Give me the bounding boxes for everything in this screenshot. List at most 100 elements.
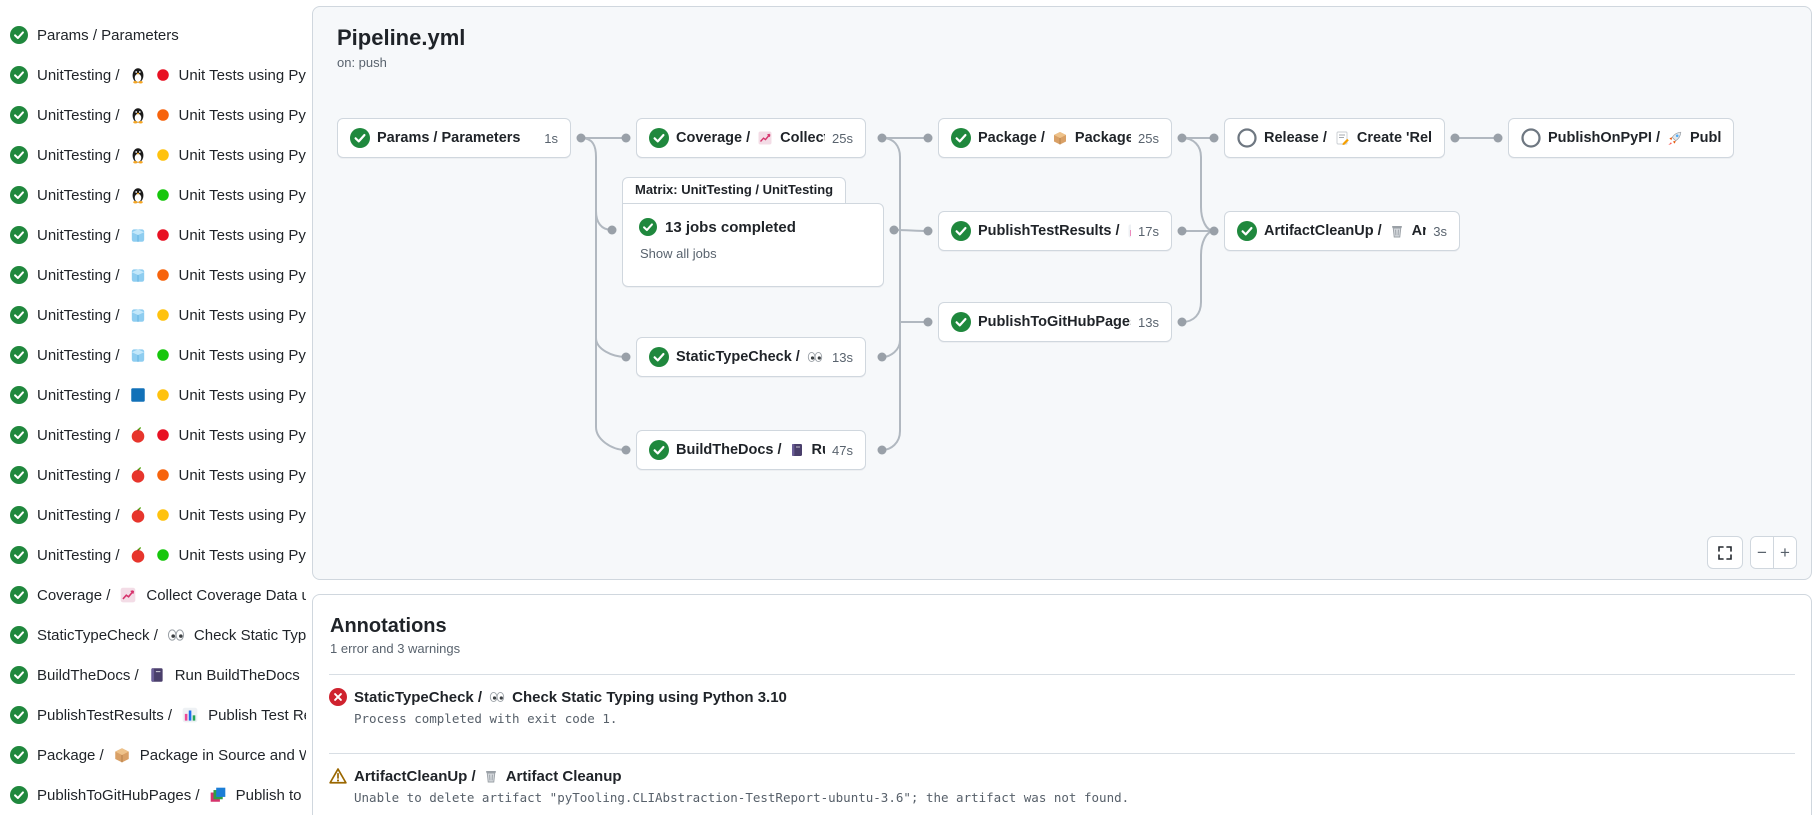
annotation-title[interactable]: ArtifactCleanUp /Artifact Cleanup: [329, 767, 1795, 785]
job-list-item[interactable]: UnitTesting /Unit Tests using Pyth...: [0, 175, 306, 215]
job-label: Unit Tests using Pyth...: [179, 227, 306, 244]
job-name: UnitTesting /: [37, 347, 120, 364]
success-check-icon: [10, 466, 28, 484]
job-list-item[interactable]: UnitTesting / Unit Tests using Pyth...: [0, 255, 306, 295]
job-node-release[interactable]: Release /Create 'Release P...: [1224, 118, 1445, 158]
job-list-item[interactable]: UnitTesting / Unit Tests using Pyth...: [0, 295, 306, 335]
apple-icon: [129, 506, 147, 524]
fullscreen-icon: [1717, 545, 1733, 561]
job-list-item[interactable]: Params / Parameters: [0, 15, 306, 55]
show-all-jobs-link[interactable]: Show all jobs: [640, 246, 867, 261]
success-check-icon: [10, 666, 28, 684]
job-node-stc[interactable]: StaticTypeCheck /Chec...13s: [636, 337, 866, 377]
success-check-icon: [10, 26, 28, 44]
job-name: UnitTesting /: [37, 427, 120, 444]
ice-cube-icon: [129, 226, 147, 244]
zoom-out-button[interactable]: −: [1751, 537, 1773, 568]
success-check-icon: [350, 128, 370, 148]
annotation-title[interactable]: StaticTypeCheck /Check Static Typing usi…: [329, 688, 1795, 706]
job-node-btd[interactable]: BuildTheDocs /Run Buil...47s: [636, 430, 866, 470]
job-label: Unit Tests using Pyth...: [179, 347, 306, 364]
annotation-message: Process completed with exit code 1.: [354, 711, 1795, 726]
job-name: UnitTesting /: [37, 547, 120, 564]
job-list-item[interactable]: PublishToGitHubPages / Publish to G...: [0, 775, 306, 815]
job-label: Unit Tests using Pyth...: [179, 107, 306, 124]
warning-triangle-icon: [329, 767, 347, 785]
annotations-title: Annotations: [330, 615, 1795, 638]
apple-icon: [129, 426, 147, 444]
job-list-item[interactable]: UnitTesting /Unit Tests using Pyth...: [0, 415, 306, 455]
annotations-summary: 1 error and 3 warnings: [330, 641, 1795, 656]
bar-chart-icon: [181, 706, 199, 724]
job-label: Publish to G...: [236, 787, 306, 804]
job-list-item[interactable]: BuildTheDocs /Run BuildTheDocs: [0, 655, 306, 695]
job-label: Unit Tests using Pyth...: [179, 387, 306, 404]
job-list: Params / Parameters UnitTesting / Unit Tes…: [0, 0, 306, 815]
job-node-pypi[interactable]: PublishOnPyPI /Publish to ...: [1508, 118, 1734, 158]
zoom-button-group: − +: [1750, 536, 1797, 569]
pipeline-trigger: on: push: [337, 55, 387, 70]
success-check-icon: [10, 746, 28, 764]
job-node-label: PublishTestResults /Pu...: [978, 223, 1131, 239]
job-label: Unit Tests using Pyth...: [179, 507, 306, 524]
fullscreen-button[interactable]: [1707, 536, 1743, 569]
linux-icon: [129, 66, 147, 84]
job-label: Collect Coverage Data usi...: [146, 587, 306, 604]
job-name: UnitTesting /: [37, 307, 120, 324]
bar-chart-icon: [1127, 223, 1131, 239]
job-node-params[interactable]: Params / Parameters1s: [337, 118, 571, 158]
package-icon: [1052, 130, 1068, 146]
job-node-acu[interactable]: ArtifactCleanUp /Artifac...3s: [1224, 211, 1460, 251]
job-node-package[interactable]: Package /Package in So...25s: [938, 118, 1172, 158]
eyes-icon: [167, 626, 185, 644]
job-label: Unit Tests using Pyth...: [179, 147, 306, 164]
job-name: BuildTheDocs /: [37, 667, 139, 684]
job-list-item[interactable]: UnitTesting / Unit Tests using Pyth...: [0, 495, 306, 535]
success-check-icon: [10, 66, 28, 84]
job-node-ptr[interactable]: PublishTestResults /Pu...17s: [938, 211, 1172, 251]
matrix-tab[interactable]: Matrix: UnitTesting / UnitTesting: [622, 177, 846, 205]
success-check-icon: [951, 128, 971, 148]
job-list-item[interactable]: UnitTesting /Unit Tests using Pyth...: [0, 135, 306, 175]
job-name: UnitTesting /: [37, 507, 120, 524]
job-node-ptghp[interactable]: PublishToGitHubPages /...13s: [938, 302, 1172, 342]
python-yellow-dot: [156, 148, 170, 162]
success-check-icon: [649, 128, 669, 148]
job-label: Unit Tests using Pyth...: [179, 267, 306, 284]
job-list-item[interactable]: UnitTesting /Unit Tests using Pyth...: [0, 215, 306, 255]
job-list-item[interactable]: Coverage /Collect Coverage Data usi...: [0, 575, 306, 615]
success-check-icon: [10, 346, 28, 364]
job-duration: 25s: [1138, 131, 1159, 146]
job-list-item[interactable]: Package /Package in Source and Wh...: [0, 735, 306, 775]
zoom-in-button[interactable]: +: [1773, 537, 1796, 568]
job-list-item[interactable]: UnitTesting /Unit Tests using Pyth...: [0, 55, 306, 95]
job-duration: 25s: [832, 131, 853, 146]
job-label: Unit Tests using Pyth...: [179, 467, 306, 484]
job-name: PublishToGitHubPages /: [37, 787, 200, 804]
job-list-item[interactable]: UnitTesting /Unit Tests using Pyth...: [0, 375, 306, 415]
job-label: Unit Tests using Pyth...: [179, 307, 306, 324]
success-check-icon: [649, 347, 669, 367]
job-list-item[interactable]: StaticTypeCheck /Check Static Typing...: [0, 615, 306, 655]
job-label: Check Static Typing...: [194, 627, 306, 644]
success-check-icon: [1237, 221, 1257, 241]
python-orange-dot: [156, 108, 170, 122]
job-node-coverage[interactable]: Coverage /Collect Cove...25s: [636, 118, 866, 158]
graph-edges: [313, 7, 1813, 581]
job-list-item[interactable]: UnitTesting / Unit Tests using Pyth...: [0, 335, 306, 375]
chart-increasing-icon: [119, 586, 137, 604]
python-red-dot: [156, 68, 170, 82]
python-green-dot: [156, 188, 170, 202]
job-label: Unit Tests using Pyth...: [179, 67, 306, 84]
job-list-item[interactable]: UnitTesting /Unit Tests using Pyth...: [0, 455, 306, 495]
python-yellow-dot: [156, 508, 170, 522]
job-list-item[interactable]: UnitTesting /Unit Tests using Pyth...: [0, 95, 306, 135]
job-label: Publish Test Resu...: [208, 707, 306, 724]
python-orange-dot: [156, 268, 170, 282]
job-name: UnitTesting /: [37, 267, 120, 284]
job-list-item[interactable]: PublishTestResults /Publish Test Resu...: [0, 695, 306, 735]
trash-icon: [1389, 223, 1405, 239]
job-list-item[interactable]: UnitTesting / Unit Tests using Pyth...: [0, 535, 306, 575]
job-label: Unit Tests using Pyth...: [179, 547, 306, 564]
job-label: Unit Tests using Pyth...: [179, 187, 306, 204]
